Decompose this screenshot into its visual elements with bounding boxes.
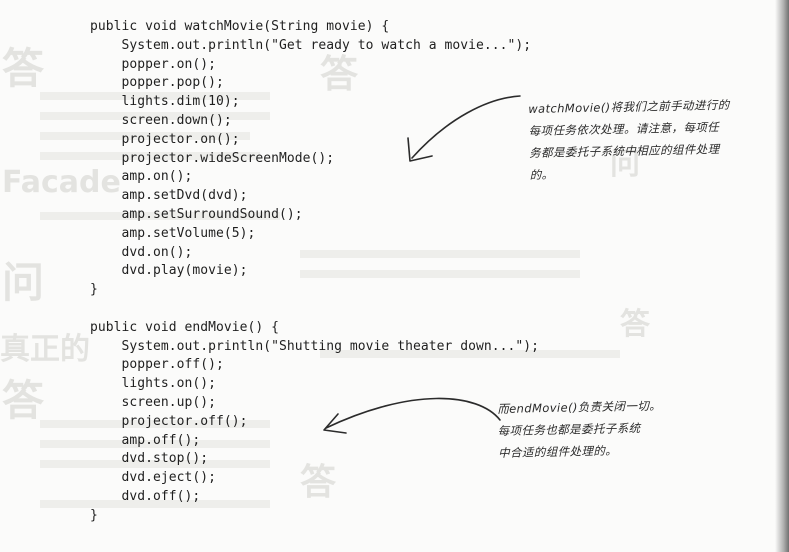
code-line: amp.setDvd(dvd); bbox=[90, 188, 248, 204]
annotation-line: 每项任务也都是委托子系统 bbox=[497, 421, 641, 438]
bleed-through-glyph: 真正的 bbox=[0, 332, 90, 367]
annotation-line: 的。 bbox=[529, 167, 554, 182]
code-listing: public void watchMovie(String movie) { S… bbox=[90, 18, 539, 526]
bleed-through-glyph: 问 bbox=[2, 258, 45, 307]
code-line: lights.dim(10); bbox=[90, 94, 240, 110]
book-page: 答 Facade 问 真正的 答 答 问 答 答 public void wat… bbox=[0, 0, 789, 552]
code-line: popper.off(); bbox=[90, 357, 224, 373]
code-line: dvd.off(); bbox=[90, 488, 201, 504]
code-line: dvd.play(movie); bbox=[90, 263, 248, 279]
code-line: projector.wideScreenMode(); bbox=[90, 150, 335, 166]
bleed-through-glyph: 答 bbox=[2, 376, 45, 425]
annotation-line: 务都是委托子系统中相应的组件处理 bbox=[529, 142, 720, 160]
code-line: projector.on(); bbox=[90, 131, 240, 147]
code-line: lights.on(); bbox=[90, 376, 217, 392]
code-line: projector.off(); bbox=[90, 413, 248, 429]
end-movie-annotation: 而endMovie()负责关闭一切。 每项任务也都是委托子系统 中合适的组件处理… bbox=[497, 395, 662, 464]
bleed-through-glyph: 答 bbox=[620, 307, 650, 342]
code-line: amp.setVolume(5); bbox=[90, 225, 256, 241]
annotation-line: 中合适的组件处理的。 bbox=[498, 443, 618, 460]
watch-movie-annotation: watchMovie()将我们之前手动进行的 每项任务依次处理。请注意，每项任 … bbox=[528, 94, 731, 186]
code-line: public void watchMovie(String movie) { bbox=[90, 19, 390, 34]
code-line: public void endMovie() { bbox=[90, 319, 280, 335]
code-line: } bbox=[90, 282, 98, 298]
page-edge-shadow bbox=[775, 0, 789, 552]
code-line: amp.setSurroundSound(); bbox=[90, 206, 303, 222]
code-line: screen.down(); bbox=[90, 112, 232, 128]
bleed-through-glyph: 答 bbox=[2, 44, 45, 93]
code-line: System.out.println("Get ready to watch a… bbox=[90, 37, 532, 53]
code-line: System.out.println("Shutting movie theat… bbox=[90, 338, 539, 354]
code-line: popper.pop(); bbox=[90, 75, 224, 91]
code-line: dvd.stop(); bbox=[90, 451, 209, 467]
code-line: popper.on(); bbox=[90, 56, 217, 72]
code-line: amp.on(); bbox=[90, 169, 193, 185]
code-line: screen.up(); bbox=[90, 394, 217, 410]
code-line: } bbox=[90, 507, 98, 523]
code-line: dvd.eject(); bbox=[90, 470, 217, 486]
code-line: dvd.on(); bbox=[90, 244, 193, 260]
code-line: amp.off(); bbox=[90, 432, 201, 448]
